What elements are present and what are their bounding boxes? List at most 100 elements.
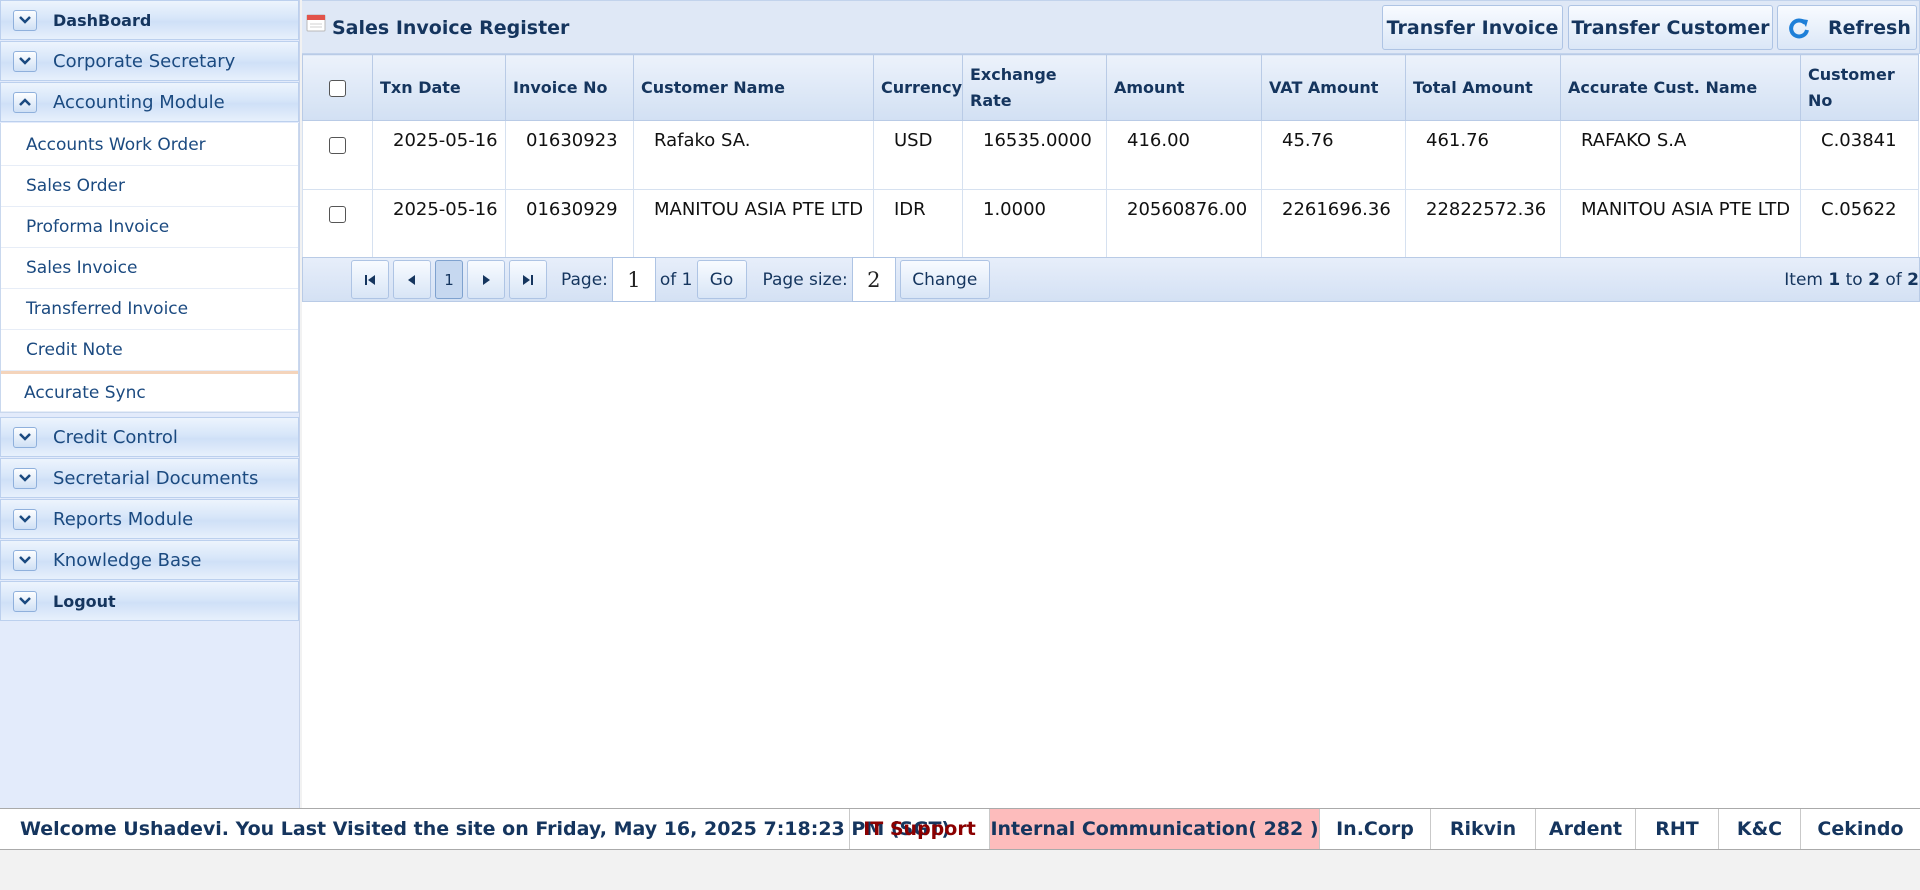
footer-link-rikvin[interactable]: Rikvin	[1431, 809, 1536, 849]
pager-info-to-word: to	[1845, 269, 1863, 290]
row-checkbox[interactable]	[329, 205, 346, 223]
register-icon	[306, 14, 326, 32]
last-page-button[interactable]	[509, 260, 547, 299]
go-button[interactable]: Go	[696, 260, 747, 299]
column-header-invoice-no[interactable]: Invoice No	[505, 54, 634, 121]
row-checkbox[interactable]	[329, 136, 346, 154]
cell-currency: USD	[873, 120, 963, 190]
sidebar-item-dashboard[interactable]: DashBoard	[0, 0, 299, 40]
it-support-link[interactable]: IT Support	[850, 809, 990, 849]
chevron-down-icon	[13, 467, 37, 489]
sidebar-item-label: Accounting Module	[53, 91, 225, 113]
submenu-item-accurate-sync[interactable]: Accurate Sync	[1, 371, 298, 412]
table-row[interactable]: 2025-05-16 01630923 Rafako SA. USD 16535…	[302, 120, 1919, 190]
app-window: DashBoard Corporate Secretary Accounting…	[0, 0, 1920, 890]
first-page-icon	[365, 274, 375, 285]
pager: 1 Page: of 1 Go Page size: Change Item 1…	[302, 257, 1920, 302]
column-header-vat-amount[interactable]: VAT Amount	[1261, 54, 1406, 121]
column-header-customer-no[interactable]: Customer No	[1800, 54, 1919, 121]
submenu-item-proforma-invoice[interactable]: Proforma Invoice	[1, 207, 298, 248]
cell-accurate-cust-name: RAFAKO S.A	[1560, 120, 1801, 190]
sidebar-item-knowledge-base[interactable]: Knowledge Base	[0, 540, 299, 580]
pager-info-of-word: of	[1885, 269, 1902, 290]
accounting-submenu: Accounts Work Order Sales Order Proforma…	[0, 123, 299, 413]
invoice-grid: Txn Date Invoice No Customer Name Curren…	[302, 54, 1920, 259]
pager-info-total: 2	[1907, 269, 1919, 290]
footer-link-ardent[interactable]: Ardent	[1536, 809, 1636, 849]
column-header-accurate-cust-name[interactable]: Accurate Cust. Name	[1560, 54, 1801, 121]
prev-page-button[interactable]	[393, 260, 431, 299]
page-input[interactable]	[611, 257, 656, 302]
page-size-label: Page size:	[762, 269, 848, 290]
change-button[interactable]: Change	[899, 260, 990, 299]
first-page-button[interactable]	[351, 260, 389, 299]
prev-page-icon	[408, 274, 415, 285]
row-select-cell	[302, 120, 373, 190]
cell-txn-date: 2025-05-16	[372, 120, 506, 190]
submenu-item-sales-invoice[interactable]: Sales Invoice	[1, 248, 298, 289]
submenu-item-transferred-invoice[interactable]: Transferred Invoice	[1, 289, 298, 330]
footer-link-kc[interactable]: K&C	[1719, 809, 1801, 849]
internal-communication-link[interactable]: Internal Communication( 282 )	[990, 809, 1320, 849]
page-label: Page:	[561, 269, 608, 290]
chevron-down-icon	[13, 508, 37, 530]
chevron-down-icon	[13, 549, 37, 571]
sidebar-item-secretarial-documents[interactable]: Secretarial Documents	[0, 458, 299, 498]
cell-total-amount: 461.76	[1405, 120, 1561, 190]
sidebar-item-label: Knowledge Base	[53, 549, 202, 571]
next-page-button[interactable]	[467, 260, 505, 299]
column-header-txn-date[interactable]: Txn Date	[372, 54, 506, 121]
page-number-button[interactable]: 1	[435, 260, 463, 299]
pager-info-to: 2	[1868, 269, 1880, 290]
cell-invoice-no: 01630923	[505, 120, 634, 190]
page-title: Sales Invoice Register	[332, 17, 570, 39]
column-header-currency[interactable]: Currency	[873, 54, 963, 121]
cell-customer-name: MANITOU ASIA PTE LTD	[633, 189, 874, 259]
transfer-invoice-button[interactable]: Transfer Invoice	[1382, 5, 1563, 50]
sidebar-item-label: Credit Control	[53, 426, 178, 448]
select-all-checkbox[interactable]	[329, 79, 346, 97]
sidebar-item-reports-module[interactable]: Reports Module	[0, 499, 299, 539]
sidebar-item-label: Corporate Secretary	[53, 50, 236, 72]
transfer-customer-button[interactable]: Transfer Customer	[1568, 5, 1773, 50]
sidebar-item-accounting-module[interactable]: Accounting Module	[0, 82, 299, 122]
cell-amount: 416.00	[1106, 120, 1262, 190]
column-header-total-amount[interactable]: Total Amount	[1405, 54, 1561, 121]
select-all-cell	[302, 54, 373, 121]
pager-info-from: 1	[1828, 269, 1841, 290]
welcome-message: Welcome Ushadevi. You Last Visited the s…	[0, 809, 950, 849]
cell-customer-no: C.05622	[1800, 189, 1919, 259]
submenu-item-sales-order[interactable]: Sales Order	[1, 166, 298, 207]
footer-link-cekindo[interactable]: Cekindo	[1801, 809, 1920, 849]
footer-bar: Welcome Ushadevi. You Last Visited the s…	[0, 808, 1920, 850]
refresh-icon	[1789, 17, 1809, 38]
title-bar: Sales Invoice Register Transfer Invoice …	[302, 0, 1920, 54]
table-row[interactable]: 2025-05-16 01630929 MANITOU ASIA PTE LTD…	[302, 189, 1919, 259]
sidebar-item-label: Reports Module	[53, 508, 194, 530]
chevron-down-icon	[13, 9, 37, 31]
submenu-item-credit-note[interactable]: Credit Note	[1, 330, 298, 371]
submenu-item-accounts-work-order[interactable]: Accounts Work Order	[1, 125, 298, 166]
sidebar-item-credit-control[interactable]: Credit Control	[0, 417, 299, 457]
sidebar-item-logout[interactable]: Logout	[0, 581, 299, 621]
sidebar-item-label: Secretarial Documents	[53, 467, 259, 489]
cell-invoice-no: 01630929	[505, 189, 634, 259]
footer-link-rht[interactable]: RHT	[1636, 809, 1719, 849]
page-of-text: of 1	[659, 269, 693, 290]
page-size-input[interactable]	[851, 257, 896, 302]
sidebar-item-corporate-secretary[interactable]: Corporate Secretary	[0, 41, 299, 81]
table-header-row: Txn Date Invoice No Customer Name Curren…	[302, 54, 1919, 121]
pager-info-item: Item	[1784, 269, 1823, 290]
column-header-exchange-rate[interactable]: Exchange Rate	[962, 54, 1107, 121]
sidebar: DashBoard Corporate Secretary Accounting…	[0, 0, 300, 808]
last-page-icon	[523, 274, 533, 285]
sidebar-item-label: DashBoard	[53, 10, 152, 30]
cell-amount: 20560876.00	[1106, 189, 1262, 259]
footer-link-incorp[interactable]: In.Corp	[1320, 809, 1431, 849]
column-header-customer-name[interactable]: Customer Name	[633, 54, 874, 121]
refresh-label: Refresh	[1828, 16, 1911, 39]
cell-accurate-cust-name: MANITOU ASIA PTE LTD	[1560, 189, 1801, 259]
column-header-amount[interactable]: Amount	[1106, 54, 1262, 121]
refresh-button[interactable]: Refresh	[1777, 5, 1917, 50]
cell-txn-date: 2025-05-16	[372, 189, 506, 259]
